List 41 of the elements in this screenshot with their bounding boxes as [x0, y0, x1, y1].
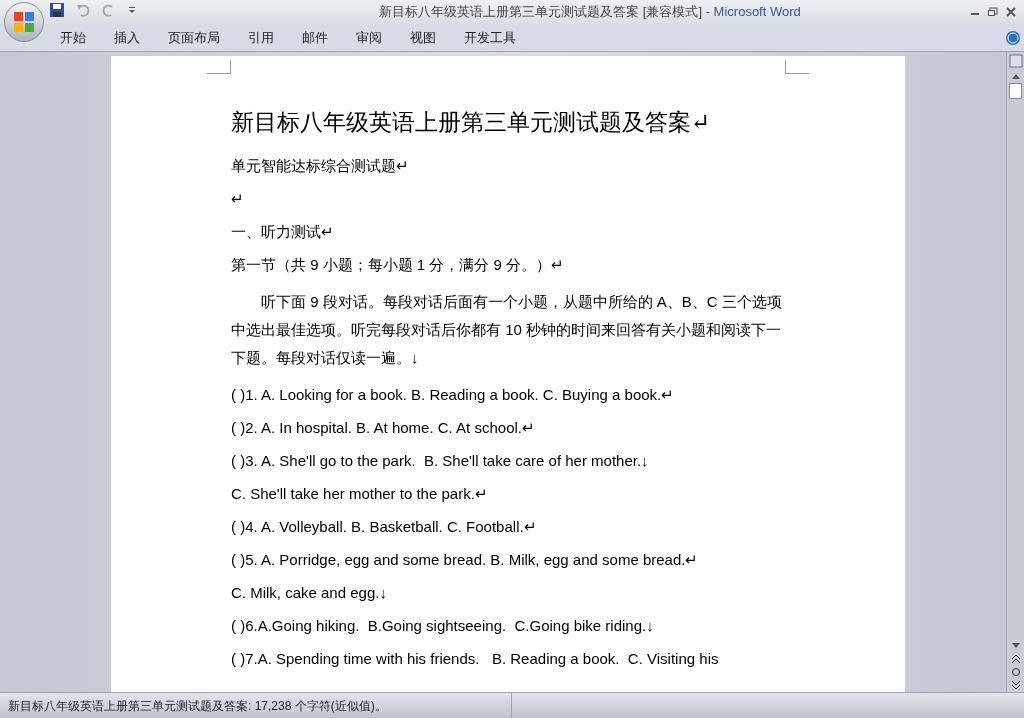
paragraph: ( )6.A.Going hiking. B.Going sightseeing. C.Going bike riding.↓: [231, 616, 654, 636]
ribbon-tab[interactable]: 插入: [100, 25, 154, 50]
window-title: 新目标八年级英语上册第三单元测试题及答案 [兼容模式] - Microsoft Word: [378, 3, 801, 22]
ribbon-tab[interactable]: 视图: [396, 25, 450, 50]
scroll-down-icon[interactable]: [1010, 642, 1021, 650]
customize-icon[interactable]: [128, 6, 136, 14]
paragraph: ( )7.A. Spending time with his friends. B. Reading a book. C. Visiting his: [231, 649, 719, 669]
paragraph: C. She'll take her mother to the park.↵: [231, 484, 488, 504]
scroll-thumb[interactable]: [1009, 83, 1022, 99]
paragraph: 听下面 9 段对话。每段对话后面有一个小题，从题中所给的 A、B、C 三个选项中选出最佳选项。听完每段对话后你都有 10 秒钟的时间来回答有关小题和阅读下一下题。每段对话仅读一遍。↓: [231, 292, 783, 368]
ribbon-tab[interactable]: 邮件: [288, 25, 342, 50]
ribbon-tab[interactable]: 审阅: [342, 25, 396, 50]
save-icon[interactable]: [50, 3, 64, 17]
close-icon[interactable]: [1006, 7, 1016, 17]
paragraph: ( )2. A. In hospital. B. At home. C. At school.↵: [231, 418, 535, 438]
paragraph: C. Milk, cake and egg.↓: [231, 583, 387, 603]
paragraph: 单元智能达标综合测试题↵: [231, 156, 409, 176]
paragraph: 一、听力测试↵: [231, 222, 334, 242]
paragraph: ↵: [231, 189, 244, 209]
ribbon-tab[interactable]: 页面布局: [154, 25, 234, 50]
next-page-icon[interactable]: [1010, 680, 1021, 690]
paragraph: ( )5. A. Porridge, egg and some bread. B. Milk, egg and some bread.↵: [231, 550, 699, 570]
ribbon-tab[interactable]: 开发工具: [450, 25, 530, 50]
restore-icon[interactable]: [988, 7, 998, 17]
office-logo-icon: [13, 11, 35, 33]
paragraph: ( )1. A. Looking for a book. B. Reading a book. C. Buying a book.↵: [231, 385, 675, 405]
previous-page-icon[interactable]: [1010, 654, 1021, 664]
ribbon-tab[interactable]: 引用: [234, 25, 288, 50]
crop-mark: [207, 60, 231, 74]
help-icon[interactable]: [1006, 30, 1020, 45]
paragraph: 第一节（共 9 小题；每小题 1 分，满分 9 分。）↵: [231, 255, 565, 275]
crop-mark: [785, 60, 809, 74]
document-title: 新目标八年级英语上册第三单元测试题及答案↵: [231, 108, 711, 136]
scroll-up-icon[interactable]: [1010, 72, 1021, 80]
browse-object-icon[interactable]: [1010, 667, 1021, 677]
ruler-toggle-icon[interactable]: [1008, 54, 1023, 68]
office-button[interactable]: [4, 2, 44, 42]
paragraph: ( )3. A. She'll go to the park. B. She'll take care of her mother.↓: [231, 451, 649, 471]
ribbon-tab[interactable]: 开始: [46, 25, 100, 50]
paragraph: ( )4. A. Volleyball. B. Basketball. C. Football.↵: [231, 517, 537, 537]
status-text: 新目标八年级英语上册第三单元测试题及答案: 17,238 个字符(近似值)。: [8, 697, 387, 715]
